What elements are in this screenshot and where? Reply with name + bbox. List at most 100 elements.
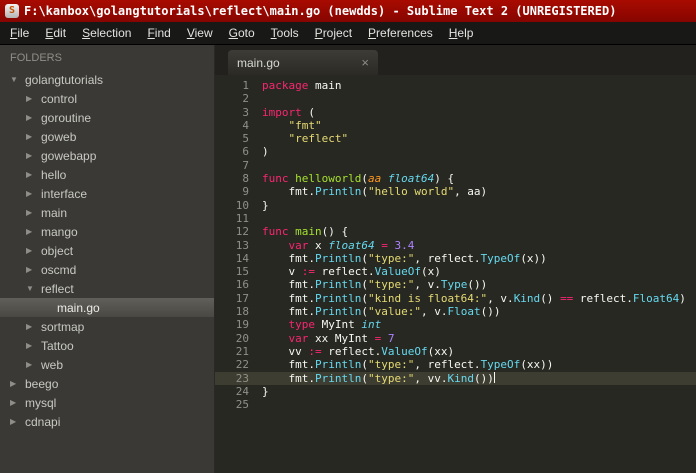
folder-item-gowebapp[interactable]: ▶ gowebapp — [0, 146, 214, 165]
code-line[interactable]: 10} — [215, 199, 696, 212]
code-text: } — [262, 384, 269, 398]
code-editor[interactable]: 1 package main 2 3 import (4 "fmt" 5 "reflect… — [215, 75, 696, 473]
code-line[interactable]: 25 — [215, 398, 696, 411]
text-cursor — [493, 371, 495, 383]
chevron-right-icon[interactable]: ▶ — [10, 379, 25, 388]
folder-item-sortmap[interactable]: ▶ sortmap — [0, 317, 214, 336]
tree-item-label: control — [41, 91, 78, 106]
code-line[interactable]: 23 fmt.Println("type:", vv.Kind()) — [215, 371, 696, 385]
folders-header: FOLDERS — [10, 52, 62, 64]
chevron-right-icon[interactable]: ▶ — [26, 322, 41, 331]
code-line[interactable]: 24} — [215, 385, 696, 398]
chevron-right-icon[interactable]: ▶ — [26, 246, 41, 255]
code-line[interactable]: 19 type MyInt int — [215, 318, 696, 331]
tree-item-label: golangtutorials — [25, 72, 104, 87]
code-line[interactable]: 15 v := reflect.ValueOf(x) — [215, 265, 696, 278]
tree-item-label: main — [41, 205, 68, 220]
code-line[interactable]: 4 "fmt" — [215, 119, 696, 132]
tab-close-icon[interactable]: × — [361, 56, 369, 69]
chevron-right-icon[interactable]: ▶ — [26, 360, 41, 369]
file-item-main.go[interactable]: main.go — [0, 298, 214, 317]
folder-item-Tattoo[interactable]: ▶ Tattoo — [0, 336, 214, 355]
line-number: 4 — [242, 118, 249, 132]
menu-item-edit[interactable]: Edit — [37, 23, 74, 43]
sublime-window: S F:\kanbox\golangtutorials\reflect\main… — [0, 0, 696, 473]
tree-item-label: gowebapp — [41, 148, 97, 163]
line-number: 11 — [235, 211, 249, 225]
folder-item-mysql[interactable]: ▶ mysql — [0, 393, 214, 412]
menu-bar: File Edit Selection Find View Goto Tools Projec… — [0, 22, 696, 45]
folder-item-mango[interactable]: ▶ mango — [0, 222, 214, 241]
line-number: 14 — [235, 251, 249, 265]
menu-item-find[interactable]: Find — [139, 23, 178, 43]
chevron-right-icon[interactable]: ▶ — [26, 208, 41, 217]
folder-item-oscmd[interactable]: ▶ oscmd — [0, 260, 214, 279]
code-line[interactable]: 17 fmt.Println("kind is float64:", v.Kin… — [215, 292, 696, 305]
code-line[interactable]: 6) — [215, 145, 696, 158]
chevron-down-icon[interactable]: ▼ — [10, 75, 25, 84]
menu-item-selection[interactable]: Selection — [74, 23, 139, 43]
menu-item-goto[interactable]: Goto — [221, 23, 263, 43]
folder-item-hello[interactable]: ▶ hello — [0, 165, 214, 184]
menu-item-help[interactable]: Help — [441, 23, 482, 43]
line-number: 22 — [235, 358, 249, 372]
code-text: fmt.Println("type:", v.Type()) — [262, 278, 488, 292]
code-line[interactable]: 2 — [215, 92, 696, 105]
code-line[interactable]: 1 package main — [215, 79, 696, 92]
menu-item-tools[interactable]: Tools — [263, 23, 307, 43]
folder-item-reflect[interactable]: ▼ reflect — [0, 279, 214, 298]
chevron-right-icon[interactable]: ▶ — [26, 189, 41, 198]
folder-item-object[interactable]: ▶ object — [0, 241, 214, 260]
code-text: } — [262, 198, 269, 212]
code-line[interactable]: 3 import ( — [215, 106, 696, 119]
code-line[interactable]: 16 fmt.Println("type:", v.Type()) — [215, 278, 696, 291]
code-line[interactable]: 20 var xx MyInt = 7 — [215, 332, 696, 345]
chevron-right-icon[interactable]: ▶ — [10, 398, 25, 407]
folder-item-beego[interactable]: ▶ beego — [0, 374, 214, 393]
code-lines: 1 package main 2 3 import (4 "fmt" 5 "reflect… — [215, 79, 696, 411]
code-line[interactable]: 7 — [215, 159, 696, 172]
folder-item-cdnapi[interactable]: ▶ cdnapi — [0, 412, 214, 431]
folder-item-interface[interactable]: ▶ interface — [0, 184, 214, 203]
tree-item-label: mango — [41, 224, 78, 239]
folder-item-goweb[interactable]: ▶ goweb — [0, 127, 214, 146]
code-text: import ( — [262, 105, 315, 119]
folder-item-goroutine[interactable]: ▶ goroutine — [0, 108, 214, 127]
line-number: 6 — [242, 145, 249, 159]
code-line[interactable]: 14 fmt.Println("type:", reflect.TypeOf(x… — [215, 252, 696, 265]
folder-item-main[interactable]: ▶ main — [0, 203, 214, 222]
code-text: "fmt" — [288, 118, 322, 132]
tab-label: main.go — [237, 55, 280, 70]
menu-item-preferences[interactable]: Preferences — [360, 23, 441, 43]
folder-item-control[interactable]: ▶ control — [0, 89, 214, 108]
chevron-down-icon[interactable]: ▼ — [26, 284, 41, 293]
code-text: fmt.Println("type:", reflect.TypeOf(x)) — [262, 251, 547, 265]
chevron-right-icon[interactable]: ▶ — [26, 227, 41, 236]
chevron-right-icon[interactable]: ▶ — [26, 151, 41, 160]
chevron-right-icon[interactable]: ▶ — [26, 113, 41, 122]
code-line[interactable]: 21 vv := reflect.ValueOf(xx) — [215, 345, 696, 358]
chevron-right-icon[interactable]: ▶ — [10, 417, 25, 426]
code-line[interactable]: 8 func helloworld(aa float64) { — [215, 172, 696, 185]
folder-item-web[interactable]: ▶ web — [0, 355, 214, 374]
code-line[interactable]: 18 fmt.Println("value:", v.Float()) — [215, 305, 696, 318]
chevron-right-icon[interactable]: ▶ — [26, 170, 41, 179]
code-line[interactable]: 12 func main() { — [215, 225, 696, 238]
chevron-right-icon[interactable]: ▶ — [26, 265, 41, 274]
tree-item-label: Tattoo — [41, 338, 74, 353]
menu-item-view[interactable]: View — [179, 23, 221, 43]
code-text: ) — [262, 145, 269, 159]
code-text: fmt.Println("type:", reflect.TypeOf(xx)) — [262, 358, 554, 372]
folder-item-golangtutorials[interactable]: ▼ golangtutorials — [0, 70, 214, 89]
code-line[interactable]: 22 fmt.Println("type:", reflect.TypeOf(x… — [215, 358, 696, 371]
menu-item-project[interactable]: Project — [307, 23, 360, 43]
chevron-right-icon[interactable]: ▶ — [26, 94, 41, 103]
chevron-right-icon[interactable]: ▶ — [26, 132, 41, 141]
chevron-right-icon[interactable]: ▶ — [26, 341, 41, 350]
menu-item-file[interactable]: File — [2, 23, 37, 43]
code-line[interactable]: 13 var x float64 = 3.4 — [215, 239, 696, 252]
code-line[interactable]: 11 — [215, 212, 696, 225]
tab-main-go[interactable]: main.go × — [228, 50, 378, 75]
code-line[interactable]: 9 fmt.Println("hello world", aa) — [215, 185, 696, 198]
code-line[interactable]: 5 "reflect" — [215, 132, 696, 145]
